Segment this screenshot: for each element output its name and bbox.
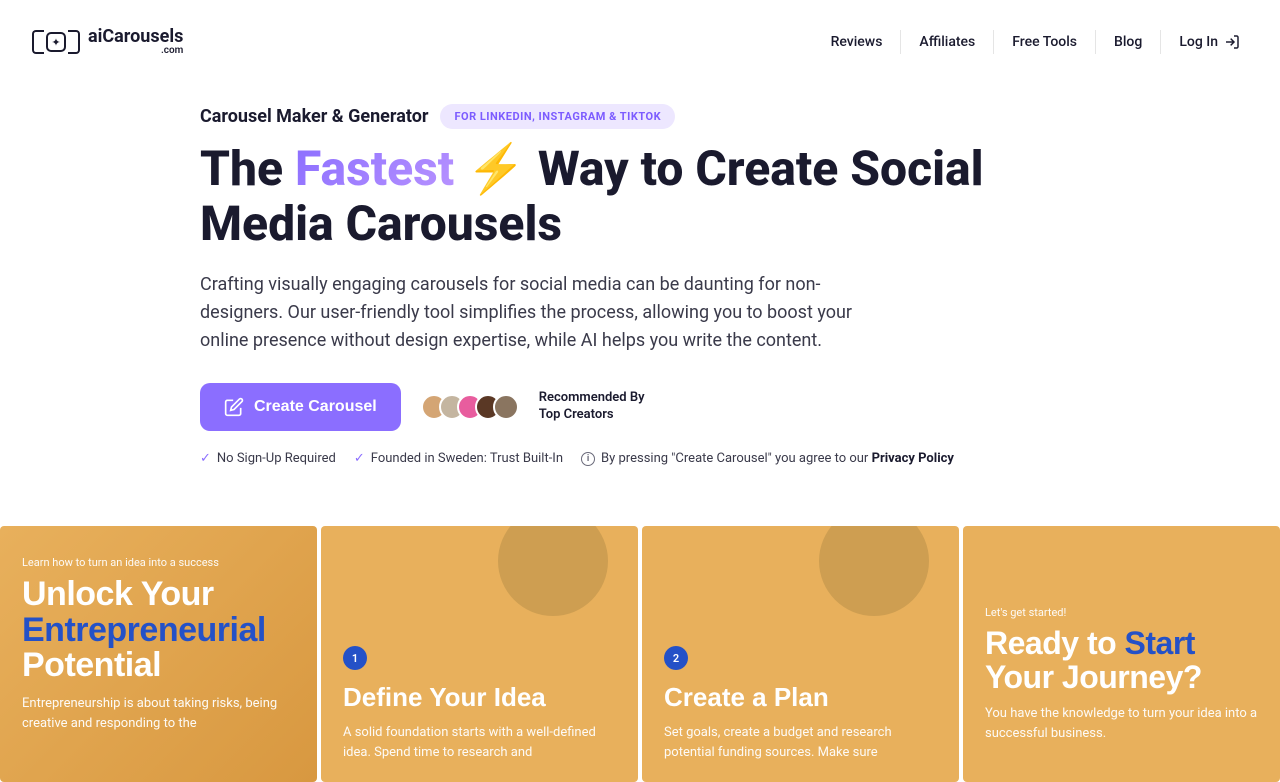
bolt-icon: ⚡ — [466, 141, 526, 196]
meta-founded: Founded in Sweden: Trust Built-In — [371, 451, 563, 466]
showcase-slide-3: 2 Create a Plan Set goals, create a budg… — [642, 526, 959, 782]
edit-icon — [224, 397, 244, 417]
nav-reviews[interactable]: Reviews — [813, 30, 902, 54]
showcase-slide-1: Learn how to turn an idea into a success… — [0, 526, 317, 782]
login-icon — [1224, 34, 1240, 50]
nav-affiliates[interactable]: Affiliates — [901, 30, 994, 54]
logo-subtext: .com — [88, 46, 183, 56]
hero-description: Crafting visually engaging carousels for… — [200, 271, 880, 355]
avatar-group — [421, 394, 519, 420]
hero-label: Carousel Maker & Generator — [200, 106, 428, 127]
logo-icon: ✦ — [32, 30, 80, 54]
slide-number: 1 — [343, 646, 367, 670]
circle-decoration — [498, 526, 608, 616]
login-label: Log In — [1179, 34, 1218, 50]
check-icon: ✓ — [354, 451, 365, 466]
hero-title: The Fastest ⚡ Way to Create Social Media… — [200, 141, 1080, 251]
avatar — [493, 394, 519, 420]
meta-no-signup: No Sign-Up Required — [217, 451, 336, 466]
nav-free-tools[interactable]: Free Tools — [994, 30, 1096, 54]
logo[interactable]: ✦ aiCarousels .com — [32, 28, 183, 56]
showcase-slide-4: Let's get started! Ready to Start Your J… — [963, 526, 1280, 782]
logo-text: aiCarousels — [88, 28, 183, 46]
meta-agree: By pressing "Create Carousel" you agree … — [601, 451, 954, 466]
cta-label: Create Carousel — [254, 398, 377, 416]
recommended-text: Recommended By Top Creators — [539, 390, 645, 424]
create-carousel-button[interactable]: Create Carousel — [200, 383, 401, 431]
hero-badge: FOR LINKEDIN, INSTAGRAM & TIKTOK — [440, 104, 675, 129]
privacy-policy-link[interactable]: Privacy Policy — [872, 451, 954, 466]
info-icon: i — [581, 452, 595, 466]
circle-decoration — [819, 526, 929, 616]
hero-meta: ✓ No Sign-Up Required ✓ Founded in Sweden:… — [200, 451, 1080, 466]
nav-login[interactable]: Log In — [1161, 30, 1240, 54]
slide-number: 2 — [664, 646, 688, 670]
nav-blog[interactable]: Blog — [1096, 30, 1161, 54]
showcase-slide-2: 1 Define Your Idea A solid foundation st… — [321, 526, 638, 782]
carousel-showcase: Learn how to turn an idea into a success… — [0, 526, 1280, 782]
check-icon: ✓ — [200, 451, 211, 466]
top-nav: Reviews Affiliates Free Tools Blog Log I… — [813, 30, 1240, 54]
